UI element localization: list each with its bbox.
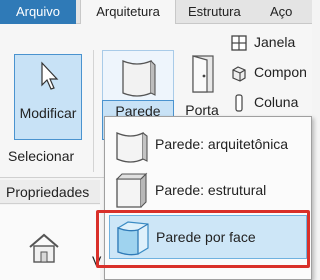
tab-arquitetura[interactable]: Arquitetura (80, 0, 176, 25)
column-label: Coluna (254, 94, 299, 110)
menu-item-label: Parede: arquitetônica (155, 136, 289, 152)
panel-divider (93, 50, 94, 172)
tab-aco[interactable]: Aço (270, 0, 292, 24)
tab-estrutura[interactable]: Estrutura (188, 0, 241, 24)
select-label: Selecionar (8, 148, 75, 164)
column-icon (230, 94, 248, 115)
properties-body: V (0, 205, 101, 280)
wall-structural-icon (113, 171, 151, 214)
ribbon-tab-bar: Arquivo Arquitetura Estrutura Aço (0, 0, 312, 25)
cursor-arrow-icon (39, 61, 59, 94)
wall-architectural-icon (113, 125, 151, 168)
highlight-box (96, 210, 310, 268)
house-icon (26, 231, 62, 268)
component-icon (230, 64, 248, 85)
modify-button[interactable]: Modificar (14, 54, 82, 140)
menu-item-label: Parede: estrutural (155, 182, 267, 198)
component-label: Compon (254, 64, 307, 80)
menu-item-wall-architectural[interactable]: Parede: arquitetônica (109, 123, 307, 167)
properties-header: Propriedades (0, 180, 100, 204)
window-icon (230, 34, 248, 55)
tab-arquivo[interactable]: Arquivo (0, 0, 76, 24)
select-dropdown[interactable]: Selecionar ▼ (8, 148, 129, 168)
window-label: Janela (254, 34, 296, 50)
menu-item-wall-structural[interactable]: Parede: estrutural (109, 169, 307, 213)
modify-label: Modificar (19, 105, 77, 121)
properties-title: Propriedades (6, 184, 90, 200)
door-icon (190, 54, 216, 97)
wall-icon (119, 55, 157, 102)
